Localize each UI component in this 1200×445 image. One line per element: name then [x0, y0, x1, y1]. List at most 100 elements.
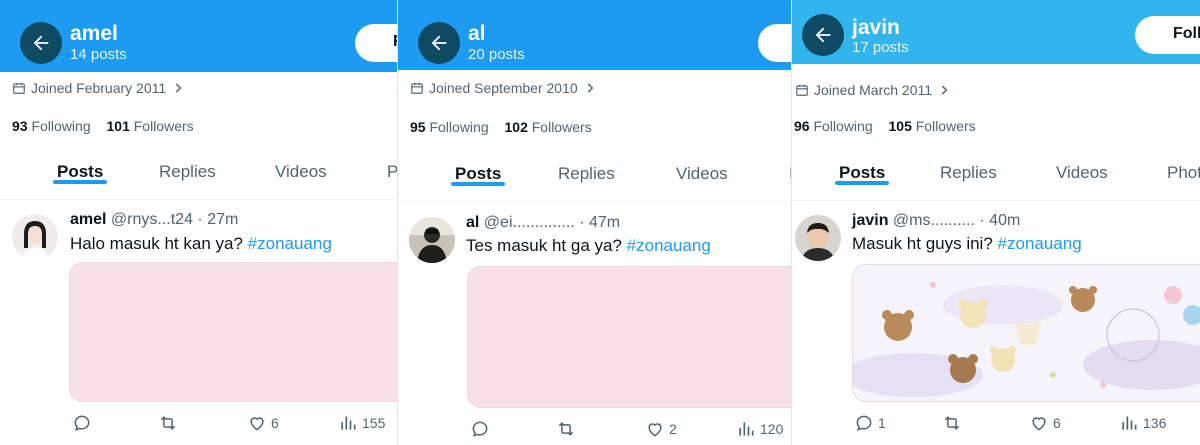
follow-button[interactable]: F [355, 24, 397, 62]
tweet-handle[interactable]: @ms.......... [893, 212, 975, 229]
tweet-text: Halo masuk ht kan ya? #zonauang [70, 234, 332, 254]
reply-button[interactable] [72, 413, 96, 433]
reply-button[interactable] [470, 419, 494, 439]
like-button[interactable]: 2 [645, 419, 677, 439]
following-count[interactable]: 96 [794, 118, 810, 134]
profile-name: amel [70, 22, 118, 45]
back-button[interactable] [418, 22, 460, 64]
post-count: 17 posts [852, 39, 909, 56]
tab-replies[interactable]: Replies [940, 163, 997, 183]
following-count[interactable]: 95 [410, 119, 426, 135]
active-tab-indicator [451, 182, 506, 186]
heart-icon [250, 417, 264, 431]
tweet-time[interactable]: · 27m [197, 211, 238, 228]
avatar[interactable] [12, 214, 58, 260]
post-count: 20 posts [468, 46, 525, 63]
tweet-media[interactable] [69, 262, 397, 402]
tweet-time[interactable]: · 47m [579, 214, 620, 231]
tab-posts[interactable]: Posts [451, 164, 506, 186]
tab-replies[interactable]: Replies [159, 162, 216, 182]
tweet-body: Halo masuk ht kan ya? [70, 234, 243, 253]
retweet-icon [160, 416, 176, 430]
profile-tabs: Posts Replies Videos I [398, 157, 791, 202]
reply-icon [472, 421, 488, 437]
tweet-body: Tes masuk ht ga ya? [466, 236, 622, 255]
tab-replies[interactable]: Replies [558, 164, 615, 184]
tweet-handle[interactable]: @ei.............. [484, 214, 575, 231]
tweet-hashtag[interactable]: #zonauang [627, 236, 711, 255]
retweet-button[interactable] [158, 413, 178, 433]
following-label[interactable]: Following [31, 118, 90, 134]
tab-photos[interactable]: Phot [1167, 163, 1200, 183]
avatar[interactable] [795, 215, 841, 261]
like-button[interactable]: 6 [1029, 413, 1061, 433]
tweet-hashtag[interactable]: #zonauang [998, 234, 1082, 253]
like-count: 2 [669, 421, 677, 437]
followers-count[interactable]: 105 [889, 118, 912, 134]
back-button[interactable] [20, 22, 62, 64]
active-tab-indicator [53, 180, 108, 184]
tweet-header: javin @ms.......... · 40m [852, 212, 1020, 230]
following-count[interactable]: 93 [12, 118, 28, 134]
chevron-right-icon [587, 83, 594, 93]
followers-count[interactable]: 102 [505, 119, 528, 135]
tweet-author[interactable]: al [466, 214, 479, 231]
post-count: 14 posts [70, 46, 127, 63]
tweet-text: Tes masuk ht ga ya? #zonauang [466, 236, 711, 256]
tab-videos[interactable]: Videos [676, 164, 728, 184]
views-icon [739, 422, 754, 436]
reply-icon [74, 415, 90, 431]
tab-videos[interactable]: Videos [1056, 163, 1108, 183]
followers-label[interactable]: Followers [916, 118, 976, 134]
profile-panel-amel: amel 14 posts F Joined February 2011 93 … [0, 0, 397, 445]
calendar-icon [411, 82, 423, 94]
tweet-handle[interactable]: @rnys...t24 [111, 211, 193, 228]
followers-count[interactable]: 101 [107, 118, 130, 134]
tweet-actions: 1 6 136 [854, 413, 1194, 437]
tweet-actions: 6 155 [72, 413, 397, 437]
tweet-time[interactable]: · 40m [979, 212, 1020, 229]
tweet-text: Masuk ht guys ini? #zonauang [852, 234, 1082, 254]
tweet-author[interactable]: amel [70, 211, 106, 228]
follow-button[interactable] [758, 24, 791, 62]
followers-label[interactable]: Followers [532, 119, 592, 135]
retweet-button[interactable] [556, 419, 576, 439]
avatar[interactable] [409, 217, 455, 263]
reply-button[interactable]: 1 [854, 413, 886, 433]
joined-date: Joined September 2010 [410, 80, 597, 96]
followers-label[interactable]: Followers [134, 118, 194, 134]
like-button[interactable]: 6 [247, 413, 279, 433]
arrow-left-icon [431, 35, 447, 51]
arrow-left-icon [815, 27, 831, 43]
profile-name: javin [852, 16, 900, 39]
following-label[interactable]: Following [429, 119, 488, 135]
active-tab-indicator [835, 181, 890, 185]
tweet-media[interactable] [852, 264, 1200, 402]
retweet-button[interactable] [942, 413, 962, 433]
follow-counts: 93 Following 101 Followers [12, 118, 194, 134]
calendar-icon [796, 84, 808, 96]
profile-panel-javin: javin 17 posts Foll Joined March 2011 96… [791, 0, 1200, 445]
chevron-right-icon [175, 83, 182, 93]
tweet-header: al @ei.............. · 47m [466, 214, 620, 232]
like-count: 6 [271, 415, 279, 431]
tab-posts[interactable]: Posts [835, 163, 890, 185]
tweet-author[interactable]: javin [852, 212, 888, 229]
tweet-hashtag[interactable]: #zonauang [248, 234, 332, 253]
profile-tabs: Posts Replies Videos P [0, 155, 397, 200]
tab-posts[interactable]: Posts [53, 162, 108, 184]
tweet-media[interactable] [467, 266, 791, 408]
views-button[interactable]: 155 [338, 413, 385, 433]
follow-button[interactable]: Foll [1135, 16, 1200, 54]
tab-photos[interactable]: P [387, 162, 397, 182]
profile-name: al [468, 22, 486, 45]
following-label[interactable]: Following [813, 118, 872, 134]
follow-counts: 96 Following 105 Followers [794, 118, 976, 134]
views-button[interactable]: 120 [736, 419, 783, 439]
arrow-left-icon [33, 35, 49, 51]
profile-header: javin 17 posts Foll [792, 0, 1200, 64]
back-button[interactable] [802, 14, 844, 56]
views-button[interactable]: 136 [1119, 413, 1166, 433]
views-count: 136 [1143, 415, 1167, 431]
tab-videos[interactable]: Videos [275, 162, 327, 182]
